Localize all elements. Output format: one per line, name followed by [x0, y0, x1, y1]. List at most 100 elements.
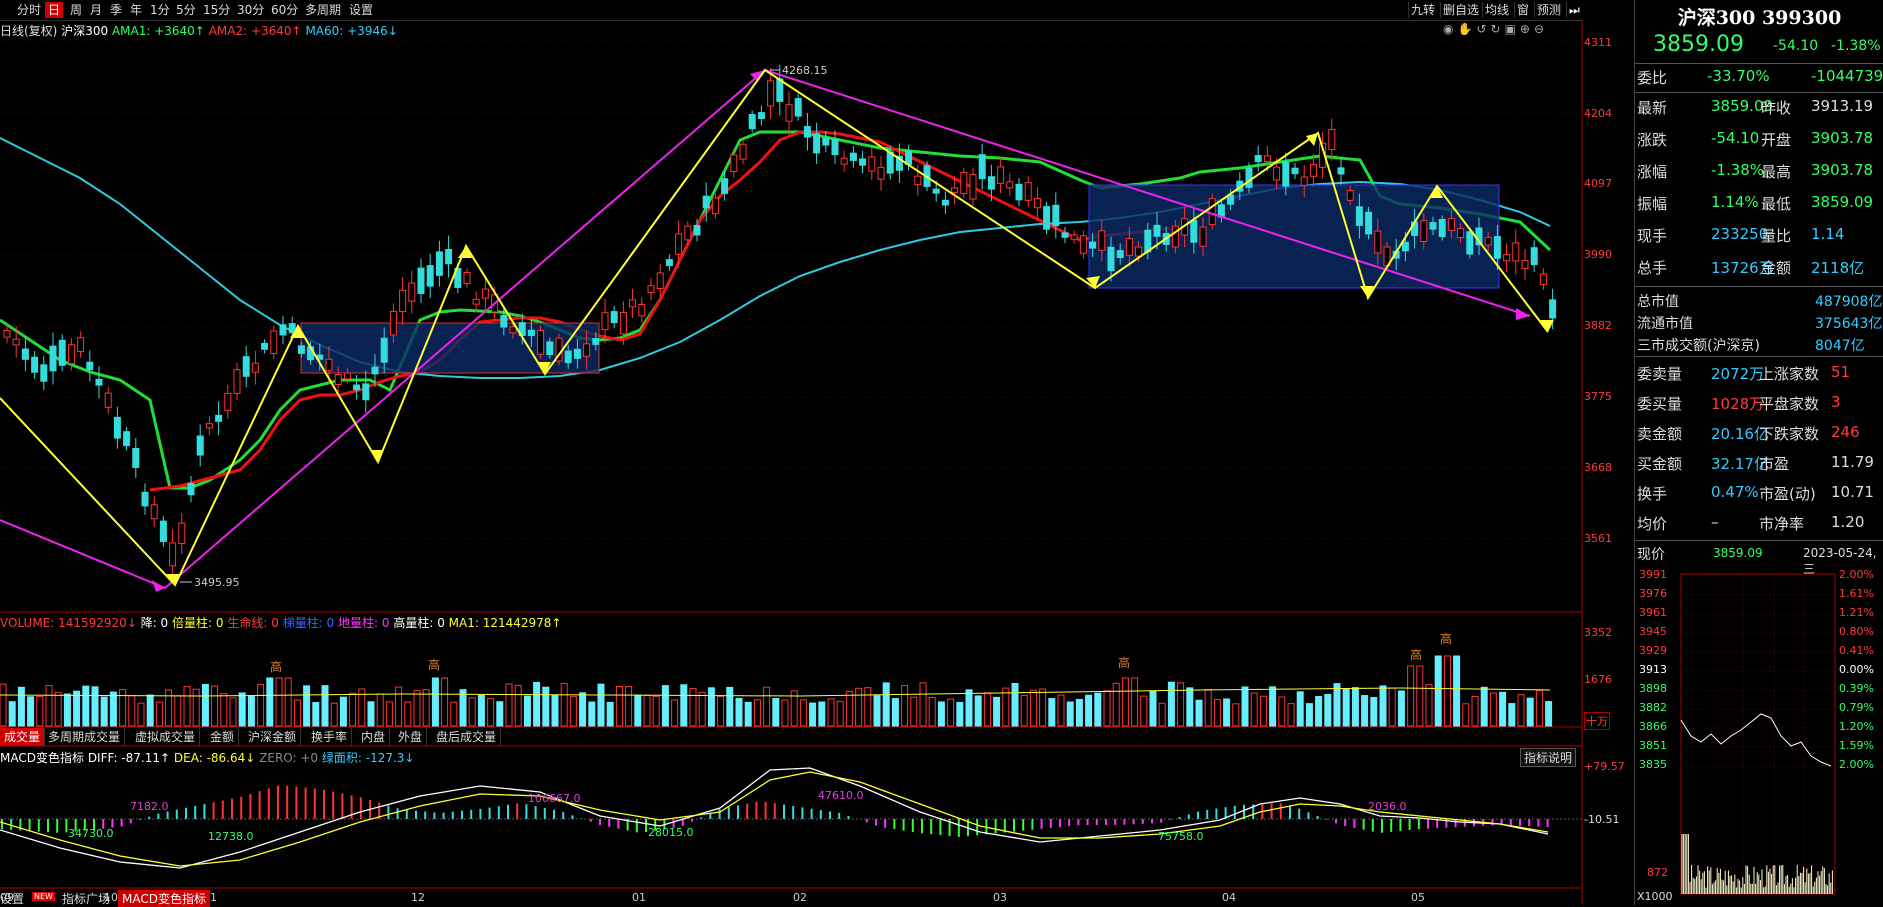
candle-body [1466, 231, 1474, 255]
volume-bar [1462, 703, 1470, 727]
candle-body [3, 330, 11, 338]
volume-bar [505, 683, 513, 727]
tab-hs-amount[interactable]: 沪深金额 [244, 728, 302, 746]
volume-bar [1315, 695, 1323, 727]
candle-body [150, 504, 158, 520]
candle-body [1512, 242, 1520, 262]
volume-bar [680, 684, 688, 727]
mini-pct-tick: 0.79% [1839, 701, 1874, 714]
mini-pct-tick: 2.00% [1839, 758, 1874, 771]
candle-body [371, 366, 379, 375]
candle-body [1190, 219, 1198, 243]
price-change: -54.10 [1773, 38, 1819, 54]
volume-bar [174, 695, 182, 727]
volume-item: 降: 0 [140, 616, 169, 630]
candle-body [251, 362, 259, 373]
volume-item: 高量柱: 0 [393, 616, 445, 630]
volume-bar [1002, 687, 1010, 727]
low-annotation: 3495.95 [194, 576, 240, 589]
volume-value: VOLUME: 141592920↓ [0, 616, 137, 630]
macd-area: 绿面积: -127.3↓ [321, 751, 415, 765]
candle-body [537, 329, 545, 355]
candle-body [1033, 197, 1041, 209]
volume-bar [450, 701, 458, 727]
candle-body [261, 342, 269, 350]
candle-body [1015, 183, 1023, 201]
volume-bar [809, 702, 817, 727]
volume-bar [1195, 699, 1203, 727]
volume-tick: 3352 [1584, 626, 1612, 639]
volume-bar [772, 698, 780, 727]
price-tick: 3561 [1584, 532, 1612, 545]
volume-bar [266, 677, 274, 727]
volume-bar [376, 693, 384, 727]
volume-bar [726, 686, 734, 727]
candle-body [1401, 241, 1409, 252]
volume-bar [1232, 703, 1240, 727]
macd-indicator-tab[interactable]: MACD变色指标 [118, 890, 210, 907]
tab-outer[interactable]: 外盘 [394, 728, 428, 746]
indicator-square-link[interactable]: 指标广场 [62, 890, 110, 907]
macd-tick: +79.57 [1584, 760, 1625, 773]
candle-body [224, 392, 232, 411]
volume-bar [385, 701, 393, 727]
volume-bar [744, 701, 752, 727]
tab-virtual-volume[interactable]: 虚拟成交量 [131, 728, 201, 746]
candle-body [1457, 228, 1465, 239]
bottom-settings[interactable]: 设置 [0, 890, 24, 907]
volume-bar [661, 685, 669, 727]
volume-bar [1241, 686, 1249, 727]
candle-body [233, 369, 241, 394]
volume-bar [183, 686, 191, 727]
volume-item: 生命线: 0 [227, 616, 279, 630]
volume-bar [643, 695, 651, 727]
indicator-help-button[interactable]: 指标说明 [1520, 748, 1577, 767]
tab-inner[interactable]: 内盘 [357, 728, 391, 746]
volume-unit: 十万 [1584, 712, 1610, 730]
tab-after-hours[interactable]: 盘后成交量 [432, 728, 502, 746]
volume-bar [63, 693, 71, 727]
tab-amount[interactable]: 金额 [206, 728, 240, 746]
mini-price-tick: 3913 [1639, 663, 1667, 676]
candle-body [1447, 218, 1455, 231]
time-tick: 02 [793, 891, 807, 904]
candle-body [362, 383, 370, 401]
tab-multi-volume[interactable]: 多周期成交量 [44, 728, 126, 746]
candle-body [1024, 182, 1032, 201]
volume-bar [1545, 701, 1553, 727]
volume-bar [54, 692, 62, 727]
volume-bar [864, 687, 872, 727]
mini-pct-tick: 0.41% [1839, 644, 1874, 657]
candle-body [1089, 241, 1097, 249]
order-row: 委卖量 2072万 上涨家数 51 [1637, 363, 1851, 383]
volume-bar [128, 695, 136, 727]
kline-chart[interactable]: 4268.15 3495.95 [0, 0, 1634, 905]
candle-body [104, 392, 112, 408]
candle-body [656, 272, 664, 290]
volume-bar [1213, 699, 1221, 727]
volume-bar [441, 677, 449, 727]
candle-body [877, 166, 885, 180]
mini-price-tick: 3945 [1639, 625, 1667, 638]
macd-diff: DIFF: -87.11↑ [87, 751, 171, 765]
volume-bar [36, 696, 44, 727]
candle-body [1300, 176, 1308, 186]
candle-body [77, 337, 85, 353]
volume-bar [597, 683, 605, 727]
tab-turnover[interactable]: 换手率 [307, 728, 353, 746]
tab-volume[interactable]: 成交量 [0, 728, 46, 746]
volume-bar [496, 701, 504, 727]
volume-bar [1324, 694, 1332, 727]
volume-bar [211, 685, 219, 727]
candle-body [67, 344, 75, 365]
volume-bar [100, 696, 108, 727]
market-row: 总市值 487908亿 [1637, 294, 1883, 310]
candle-body [675, 233, 683, 255]
quote-row: 涨跌 -54.10 开盘 3903.78 [1637, 129, 1874, 149]
candle-body [941, 199, 949, 206]
volume-bar [818, 701, 826, 727]
candle-body [1153, 224, 1161, 237]
order-row: 换手 0.47% 市盈(动) 10.71 [1637, 483, 1874, 503]
candle-body [95, 378, 103, 386]
volume-bar [91, 686, 99, 727]
